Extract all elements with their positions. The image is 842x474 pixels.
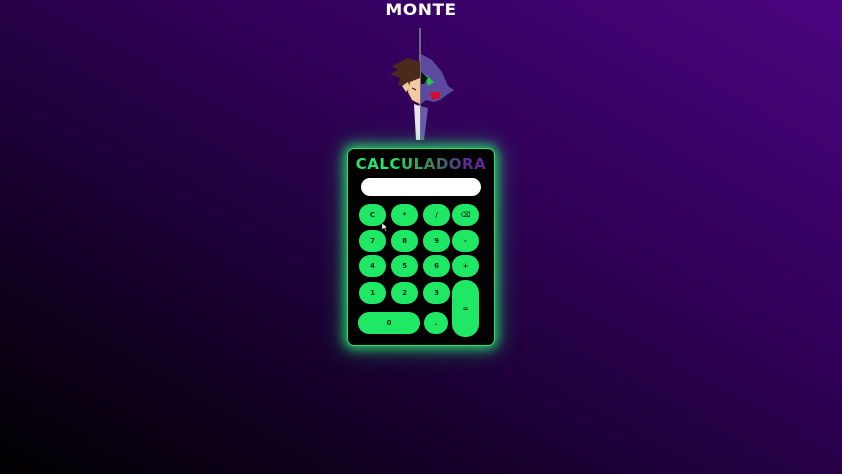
key-3[interactable]: 3 [423,282,450,304]
calculator-title: CALCULADORA [348,155,494,173]
key-1[interactable]: 1 [359,282,386,304]
key-4[interactable]: 4 [359,255,386,277]
key-plus[interactable]: + [452,255,479,277]
key-backspace[interactable]: ⌫ [452,204,479,226]
key-multiply[interactable]: * [391,204,418,226]
calculator-display-input[interactable] [361,178,481,196]
character-avatar-image [390,28,454,140]
key-6[interactable]: 6 [423,255,450,277]
key-0[interactable]: 0 [358,312,420,334]
key-5[interactable]: 5 [391,255,418,277]
key-7[interactable]: 7 [359,230,386,252]
calculator-panel: CALCULADORA C * / ⌫ 7 8 9 - 4 5 6 + 1 2 … [347,148,495,346]
key-divide[interactable]: / [423,204,450,226]
mouse-cursor-icon [382,223,388,232]
brand-logo: MONTE [385,0,457,20]
key-2[interactable]: 2 [391,282,418,304]
key-minus[interactable]: - [452,230,479,252]
key-equals[interactable]: = [452,280,479,337]
key-8[interactable]: 8 [391,230,418,252]
key-9[interactable]: 9 [423,230,450,252]
key-decimal[interactable]: . [424,312,448,334]
